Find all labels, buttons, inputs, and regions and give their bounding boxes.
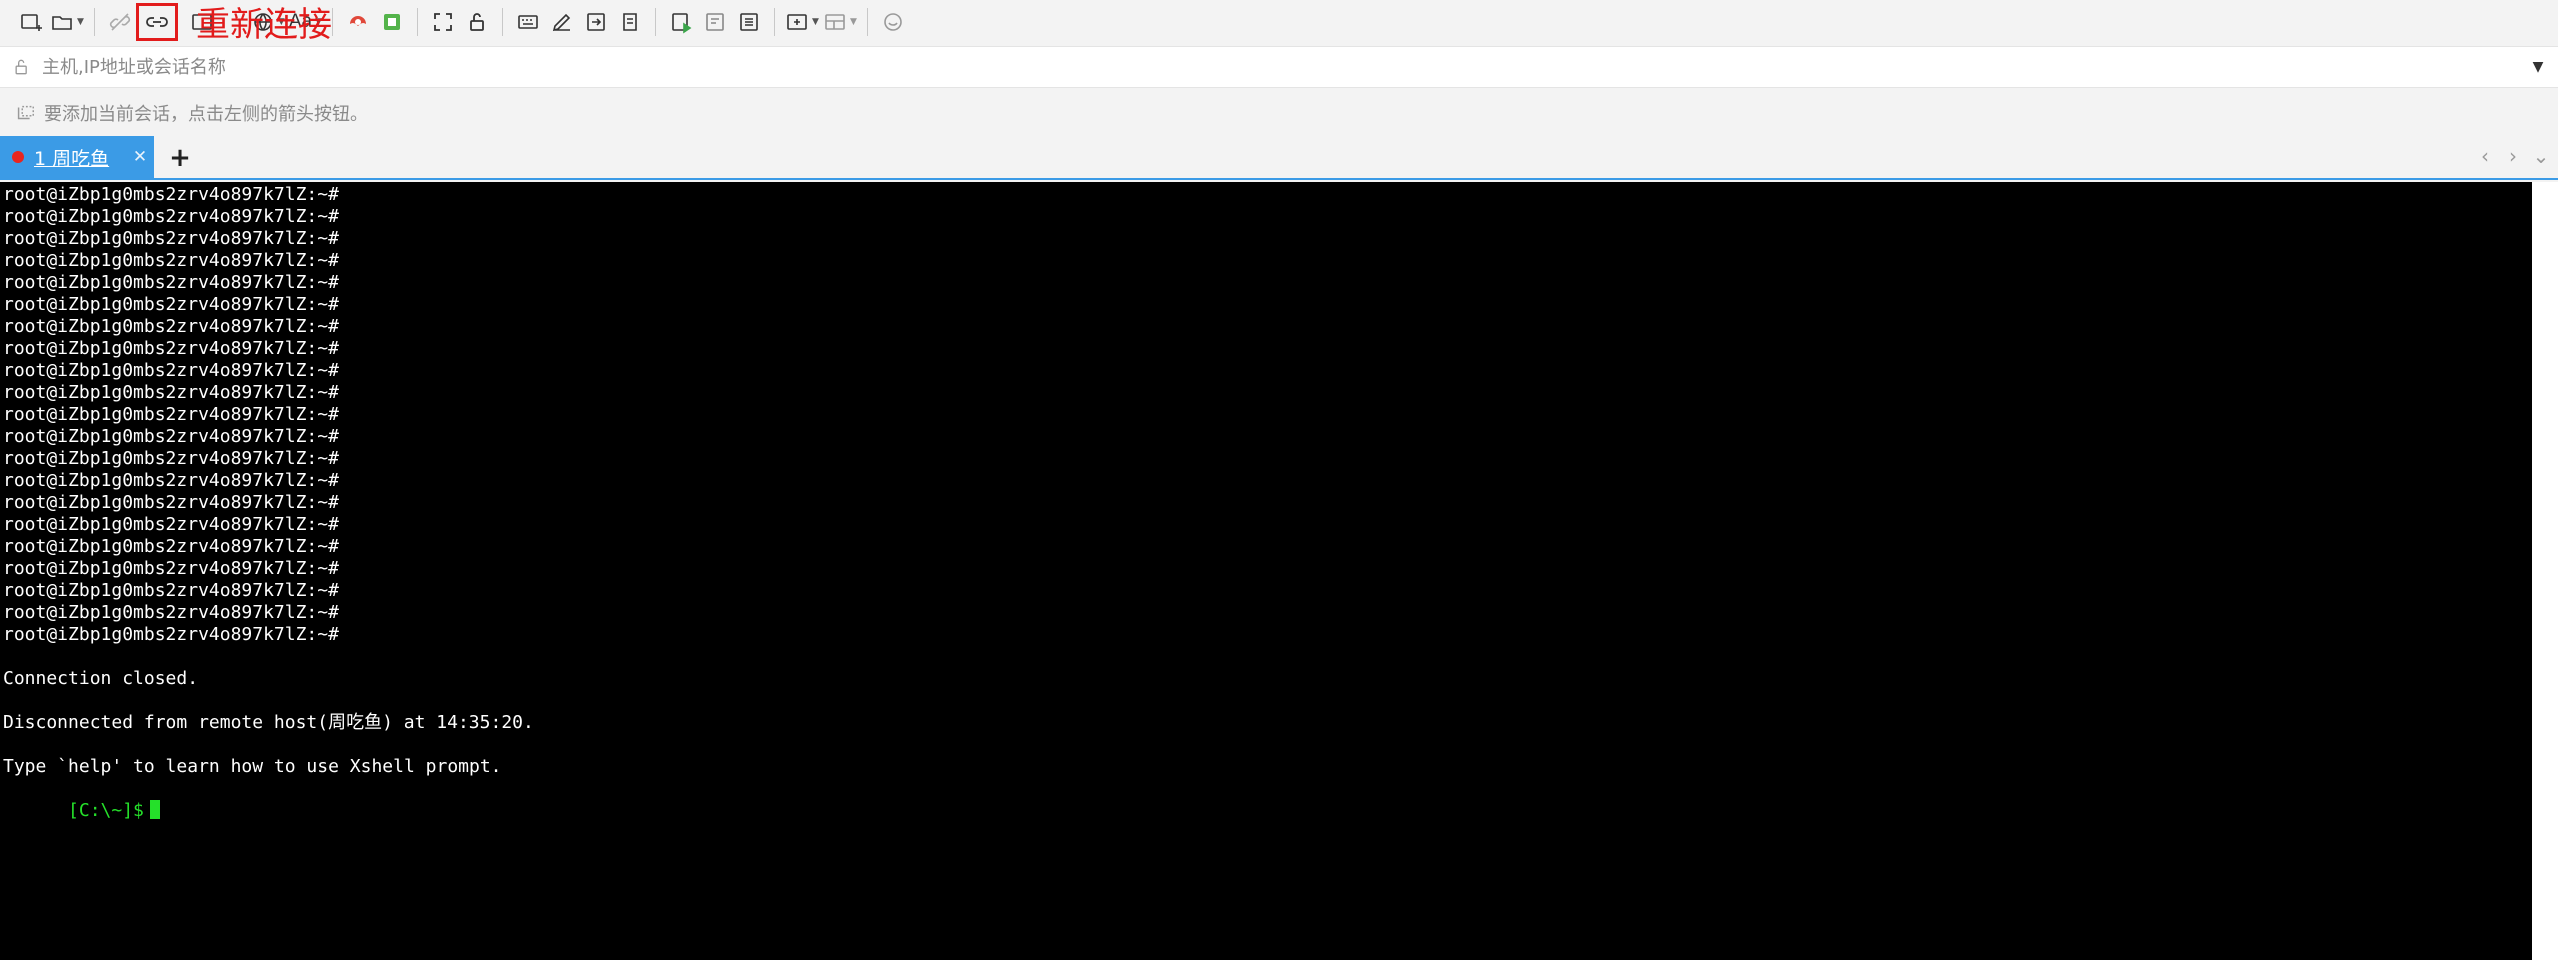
lock-button[interactable] [460, 4, 494, 40]
fullscreen-button[interactable] [426, 4, 460, 40]
terminal-line: root@iZbp1g0mbs2zrv4o897k7lZ:~# [3, 558, 339, 579]
terminal-line: root@iZbp1g0mbs2zrv4o897k7lZ:~# [3, 470, 339, 491]
terminal-line: root@iZbp1g0mbs2zrv4o897k7lZ:~# [3, 404, 339, 425]
address-dropdown-icon[interactable]: ▼ [2518, 59, 2558, 75]
close-icon[interactable]: ✕ [126, 147, 154, 167]
toolbar-separator [417, 8, 419, 36]
chevron-left-icon[interactable]: ‹ [2476, 144, 2494, 168]
xftp-button[interactable] [341, 4, 375, 40]
new-session-icon [21, 14, 42, 31]
chevron-down-icon: ▼ [849, 17, 857, 27]
address-input[interactable] [42, 56, 2518, 78]
open-session-button[interactable]: ▼ [48, 4, 86, 40]
fullscreen-icon [434, 13, 452, 31]
transfer-icon [587, 13, 605, 31]
terminal-line: root@iZbp1g0mbs2zrv4o897k7lZ:~# [3, 184, 339, 205]
xmanager-icon [384, 14, 401, 30]
compose-icon [672, 13, 692, 34]
tab-session-1[interactable]: 1 周吃鱼 ✕ [0, 136, 154, 178]
toolbar-separator [774, 8, 776, 36]
lock-icon [12, 57, 42, 77]
terminal-line: root@iZbp1g0mbs2zrv4o897k7lZ:~# [3, 250, 339, 271]
log-icon [623, 13, 637, 31]
compose-button[interactable] [664, 4, 698, 40]
log-button[interactable] [613, 4, 647, 40]
xftp-icon [350, 16, 367, 26]
disconnect-icon [109, 13, 131, 31]
reconnect-icon [146, 17, 168, 27]
terminal-line: root@iZbp1g0mbs2zrv4o897k7lZ:~# [3, 426, 339, 447]
chevron-down-icon: ▼ [812, 17, 819, 27]
keyboard-icon [518, 15, 538, 29]
terminal-output[interactable]: root@iZbp1g0mbs2zrv4o897k7lZ:~# root@iZb… [0, 182, 2558, 960]
xmanager-button[interactable] [375, 4, 409, 40]
terminal-line: root@iZbp1g0mbs2zrv4o897k7lZ:~# [3, 338, 339, 359]
terminal-line: root@iZbp1g0mbs2zrv4o897k7lZ:~# [3, 492, 339, 513]
terminal-line: Type `help' to learn how to use Xshell p… [3, 756, 502, 777]
terminal-scrollbar[interactable] [2532, 182, 2558, 960]
chevron-right-icon[interactable]: › [2504, 144, 2522, 168]
add-session-arrow-icon[interactable] [14, 102, 44, 124]
layout-icon [825, 14, 845, 30]
terminal-line: root@iZbp1g0mbs2zrv4o897k7lZ:~# [3, 624, 339, 645]
chevron-down-icon[interactable]: ⌄ [2532, 144, 2550, 168]
local-prompt: [C:\~]$ [68, 800, 144, 821]
new-session-button[interactable] [14, 4, 48, 40]
chat-button[interactable] [876, 4, 910, 40]
chat-icon [884, 13, 902, 31]
terminal-line: root@iZbp1g0mbs2zrv4o897k7lZ:~# [3, 294, 339, 315]
terminal-prompt-line[interactable]: [C:\~]$ [3, 778, 2558, 821]
layout-button[interactable]: ▼ [821, 4, 859, 40]
compose-bar-icon [706, 13, 724, 31]
new-tab-button[interactable]: ▼ [783, 4, 821, 40]
compose-bar-button[interactable] [698, 4, 732, 40]
toolbar-separator [866, 8, 868, 36]
terminal-line: root@iZbp1g0mbs2zrv4o897k7lZ:~# [3, 536, 339, 557]
tab-bar: 1 周吃鱼 ✕ + ‹ › ⌄ [0, 136, 2558, 180]
keyboard-button[interactable] [511, 4, 545, 40]
terminal-line: root@iZbp1g0mbs2zrv4o897k7lZ:~# [3, 272, 339, 293]
terminal-line: root@iZbp1g0mbs2zrv4o897k7lZ:~# [3, 580, 339, 601]
address-bar: ▼ [0, 46, 2558, 88]
notes-icon [740, 13, 758, 31]
tab-navigation: ‹ › ⌄ [2476, 144, 2550, 168]
session-hint-text: 要添加当前会话，点击左侧的箭头按钮。 [44, 104, 368, 125]
script-button[interactable] [545, 4, 579, 40]
toolbar-separator [332, 8, 334, 36]
xshell-window: ▼ ▼ Aa ▼ ▼ ▼ 重新连接 主机,IP地址或会话名称 ▼ 要添加当前会话… [0, 0, 2558, 960]
toolbar: ▼ ▼ Aa ▼ ▼ ▼ [0, 0, 2558, 44]
terminal-line: root@iZbp1g0mbs2zrv4o897k7lZ:~# [3, 602, 339, 623]
chevron-down-icon: ▼ [77, 17, 84, 27]
terminal-line: root@iZbp1g0mbs2zrv4o897k7lZ:~# [3, 228, 339, 249]
open-folder-icon [52, 16, 72, 30]
terminal-line: root@iZbp1g0mbs2zrv4o897k7lZ:~# [3, 206, 339, 227]
lock-icon [470, 13, 484, 31]
disconnect-button[interactable] [103, 4, 137, 40]
session-hint-bar: 要添加当前会话，点击左侧的箭头按钮。 [0, 92, 2558, 134]
transfer-button[interactable] [579, 4, 613, 40]
new-tab-icon [787, 14, 807, 30]
terminal-line: root@iZbp1g0mbs2zrv4o897k7lZ:~# [3, 316, 339, 337]
terminal-line: root@iZbp1g0mbs2zrv4o897k7lZ:~# [3, 448, 339, 469]
notes-button[interactable] [732, 4, 766, 40]
disconnected-status-icon [12, 151, 24, 163]
toolbar-separator [93, 8, 95, 36]
terminal-line: root@iZbp1g0mbs2zrv4o897k7lZ:~# [3, 514, 339, 535]
terminal-line: Connection closed. [3, 668, 199, 689]
toolbar-separator [502, 8, 504, 36]
reconnect-annotation: 重新连接 [196, 5, 332, 45]
reconnect-button[interactable] [135, 3, 178, 41]
terminal-cursor [149, 800, 160, 819]
tab-label: 1 周吃鱼 [34, 147, 110, 170]
script-icon [552, 13, 571, 32]
terminal-line: root@iZbp1g0mbs2zrv4o897k7lZ:~# [3, 382, 339, 403]
terminal-line: root@iZbp1g0mbs2zrv4o897k7lZ:~# [3, 360, 339, 381]
add-tab-button[interactable]: + [160, 138, 200, 178]
terminal-line: Disconnected from remote host(周吃鱼) at 14… [3, 712, 534, 733]
toolbar-separator [655, 8, 657, 36]
